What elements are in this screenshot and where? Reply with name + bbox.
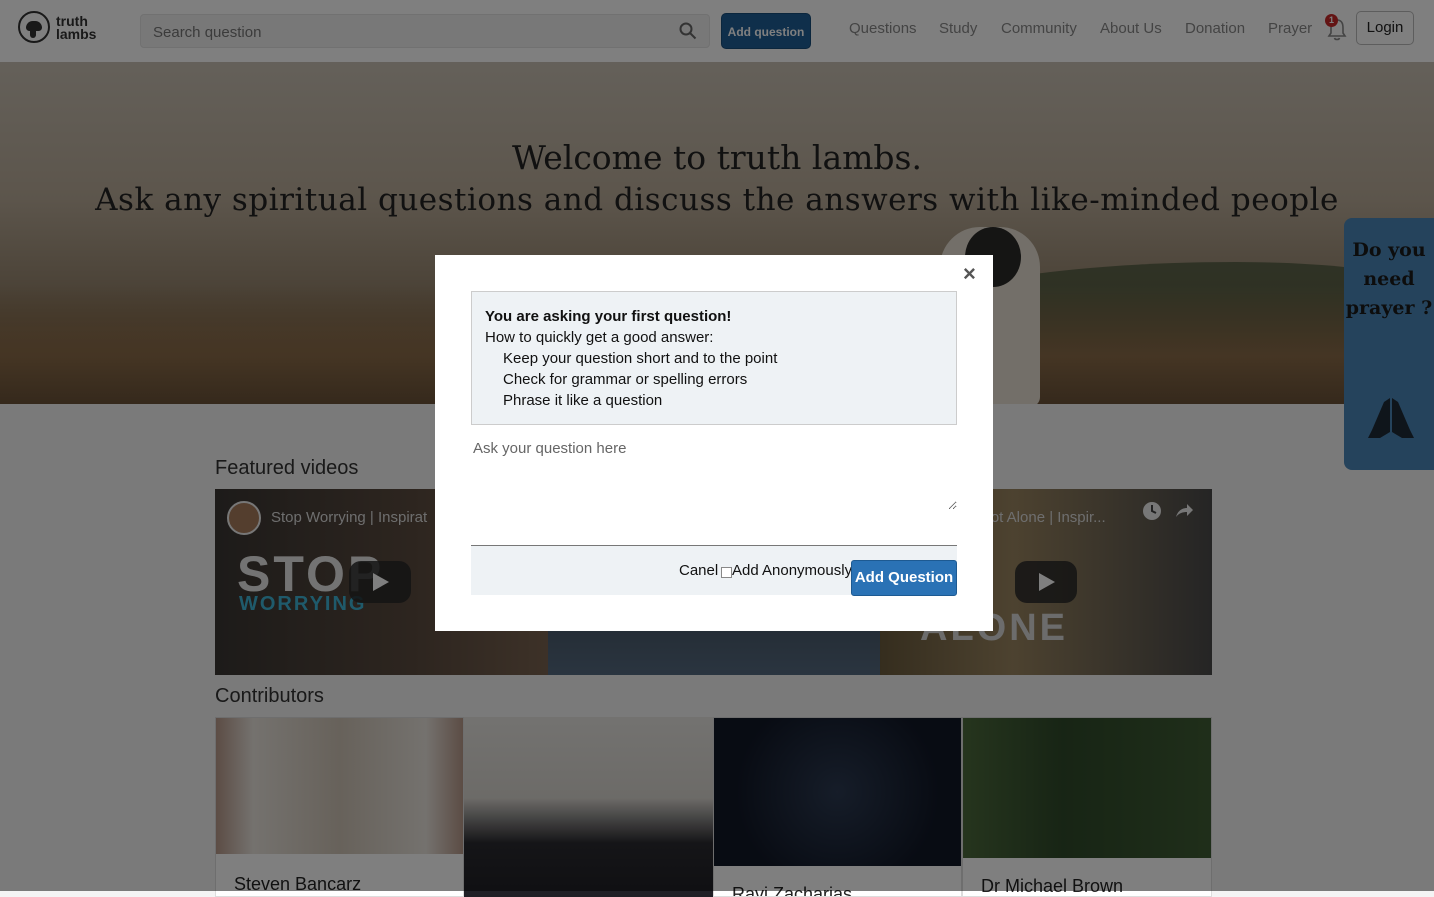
tip-item: Keep your question short and to the poin… [503, 350, 778, 367]
tip-item: Phrase it like a question [503, 392, 663, 409]
tips-heading: You are asking your first question! [485, 308, 732, 325]
tips-intro: How to quickly get a good answer: [485, 329, 714, 346]
anonymous-label[interactable]: Add Anonymously [732, 562, 852, 579]
tip-item: Check for grammar or spelling errors [503, 371, 748, 388]
cancel-button[interactable]: Canel [679, 562, 718, 579]
anonymous-checkbox[interactable] [721, 567, 732, 578]
ask-question-modal: × You are asking your first question! Ho… [435, 255, 993, 631]
close-icon[interactable]: × [963, 263, 976, 285]
first-question-tips: You are asking your first question! How … [471, 291, 957, 425]
question-textarea[interactable] [471, 438, 957, 510]
add-question-submit-button[interactable]: Add Question [851, 560, 957, 596]
modal-footer: Canel Add Anonymously Add Question [471, 545, 957, 596]
